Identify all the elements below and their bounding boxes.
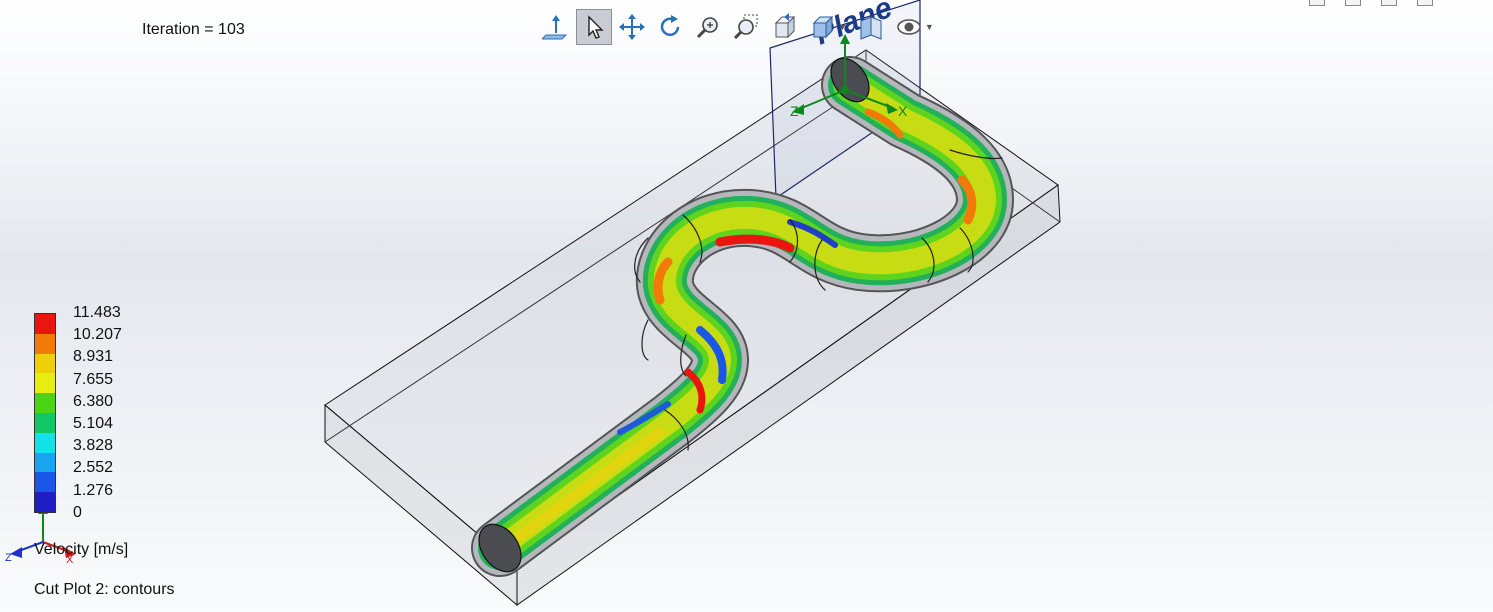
- legend-swatch: [35, 432, 55, 453]
- axis-z-label: Z: [5, 552, 12, 564]
- restore-icon[interactable]: [1345, 0, 1361, 6]
- tile-icon[interactable]: [1381, 0, 1397, 6]
- previous-view-icon[interactable]: [766, 9, 802, 45]
- legend-value: 7.655: [73, 370, 114, 388]
- model-viewport[interactable]: Plane X Z X Z: [0, 0, 1493, 612]
- zoom-to-area-icon[interactable]: [728, 9, 764, 45]
- legend-swatch: [35, 492, 55, 512]
- legend-value: 3.828: [73, 437, 114, 455]
- legend-value: 5.104: [73, 415, 114, 432]
- legend-swatch: [35, 333, 55, 354]
- view-orientation-dropdown-icon[interactable]: ▼: [838, 22, 847, 32]
- pan-icon[interactable]: [614, 9, 650, 45]
- legend-value: 2.552: [73, 459, 114, 477]
- legend-swatch: [35, 314, 55, 334]
- view-orientation-icon[interactable]: [804, 9, 840, 45]
- select-icon[interactable]: [576, 9, 612, 45]
- legend-swatch: [35, 452, 55, 473]
- legend-value: 1.276: [73, 481, 114, 499]
- legend-value: 8.931: [73, 348, 114, 366]
- zoom-to-fit-icon[interactable]: [690, 9, 726, 45]
- rotate-icon[interactable]: [652, 9, 688, 45]
- hide-show-icon[interactable]: [891, 9, 927, 45]
- legend-swatch: [35, 472, 55, 493]
- cut-plot-label: Cut Plot 2: contours: [34, 581, 175, 598]
- legend-swatch: [35, 353, 55, 374]
- velocity-legend-values: 11.483 10.207 8.931 7.655 6.380 5.104 3.828 2.5…: [73, 304, 153, 524]
- plane-axis-z-label: Z: [790, 103, 799, 119]
- legend-swatch: [35, 393, 55, 413]
- legend-value: 0: [73, 503, 82, 521]
- legend-value: 6.380: [73, 392, 114, 410]
- section-view-icon[interactable]: [853, 9, 889, 45]
- heads-up-view-toolbar: ▼ ▼: [538, 8, 940, 46]
- legend-swatch: [35, 373, 55, 394]
- iteration-counter: Iteration = 103: [142, 21, 245, 38]
- minimize-icon[interactable]: [1309, 0, 1325, 6]
- hide-show-dropdown-icon[interactable]: ▼: [925, 22, 934, 32]
- close-icon[interactable]: [1417, 0, 1433, 6]
- plane-axis-x-label: X: [898, 103, 908, 119]
- legend-swatch: [35, 412, 55, 433]
- window-controls: [1309, 0, 1433, 6]
- legend-value: 11.483: [73, 304, 121, 321]
- legend-value: 10.207: [73, 326, 122, 344]
- normal-to-icon[interactable]: [538, 9, 574, 45]
- velocity-legend-colorbar: [34, 313, 56, 513]
- velocity-legend-title: Velocity [m/s]: [34, 541, 129, 558]
